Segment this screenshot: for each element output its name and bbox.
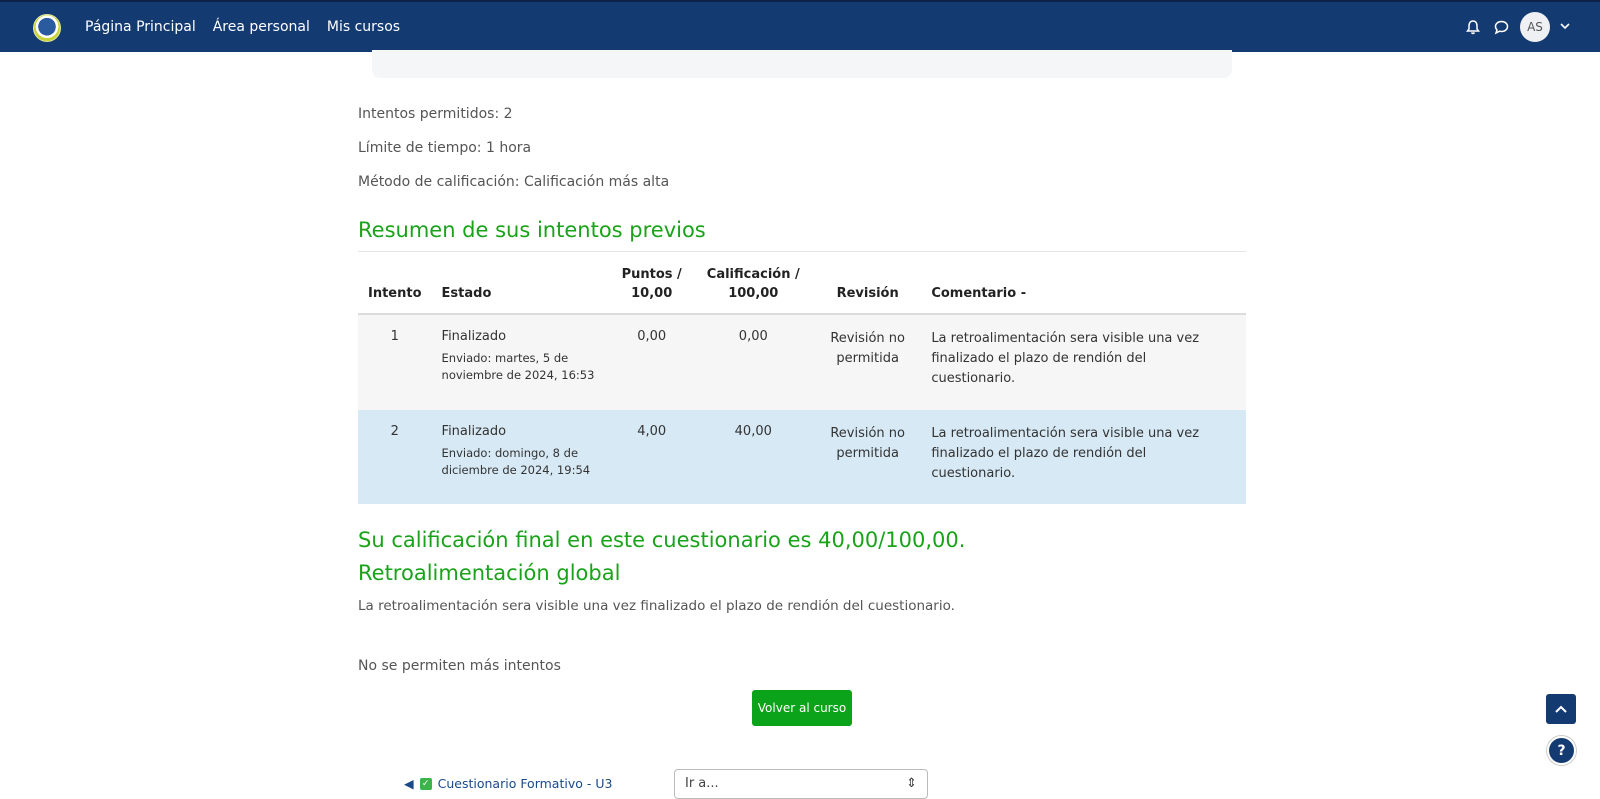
column-header-grade: Calificación / 100,00 (693, 262, 814, 314)
submitted-line1: Enviado: domingo, 8 de (441, 446, 579, 460)
attempt-points: 4,00 (637, 424, 667, 439)
nav-link-dashboard[interactable]: Área personal (213, 19, 310, 35)
submitted-line2: diciembre de 2024, 19:54 (441, 463, 591, 477)
bell-icon[interactable] (1464, 18, 1482, 36)
points-header-line1: Puntos / (621, 267, 682, 282)
user-menu-area: AS (1464, 2, 1570, 52)
comment-line1: La retroalimentación sera visible una ve… (931, 426, 1200, 441)
no-more-attempts-notice: No se permiten más intentos (358, 658, 561, 674)
divider (358, 251, 1246, 252)
chevron-up-icon (1555, 705, 1567, 713)
comment-line3: cuestionario. (931, 466, 1016, 481)
triangle-left-icon: ◀ (404, 776, 414, 791)
jump-to-label: Ir a... (685, 776, 719, 791)
checkbox-checked-icon: ✓ (419, 777, 432, 790)
final-grade-heading: Su calificación final en este cuestionar… (358, 528, 966, 552)
question-mark-icon: ? (1557, 742, 1566, 759)
primary-navigation: Página Principal Área personal Mis curso… (85, 2, 400, 52)
scroll-to-top-button[interactable] (1546, 694, 1576, 724)
chat-icon[interactable] (1492, 18, 1510, 36)
attempt-comment: La retroalimentación sera visible una ve… (921, 410, 1246, 504)
attempt-review: Revisión no permitida (814, 410, 921, 504)
comment-line2: finalizado el plazo de rendión del (931, 446, 1147, 461)
previous-activity-label: Cuestionario Formativo - U3 (437, 776, 613, 791)
state-label: Finalizado (441, 329, 507, 344)
chevron-down-icon[interactable] (1560, 22, 1570, 33)
review-line1: Revisión no (830, 331, 905, 346)
attempt-points: 0,00 (637, 329, 667, 344)
submitted-line2: noviembre de 2024, 16:53 (441, 368, 595, 382)
submitted-date: Enviado: domingo, 8 de diciembre de 2024,… (442, 445, 601, 479)
review-line2: permitida (836, 351, 899, 366)
attempt-number: 1 (390, 329, 399, 344)
previous-activity-link[interactable]: ◀ ✓ Cuestionario Formativo - U3 (404, 776, 612, 791)
help-button[interactable]: ? (1547, 736, 1576, 765)
comment-line3: cuestionario. (931, 371, 1016, 386)
summary-heading: Resumen de sus intentos previos (358, 218, 706, 242)
select-arrows-icon: ⇕ (906, 776, 917, 791)
comment-line2: finalizado el plazo de rendión del (931, 351, 1147, 366)
attempts-table: Intento Estado Puntos /10,00 Calificació… (358, 262, 1246, 504)
table-header-row: Intento Estado Puntos / 10,00 Calificació… (358, 262, 1246, 314)
nav-link-home[interactable]: Página Principal (85, 19, 196, 35)
column-header-points: Puntos / 10,00 (611, 262, 693, 314)
site-logo[interactable] (33, 14, 61, 42)
review-line1: Revisión no (830, 426, 905, 441)
attempt-review: Revisión no permitida (814, 314, 921, 410)
global-feedback-heading: Retroalimentación global (358, 561, 621, 585)
column-header-state: Estado (441, 286, 492, 301)
attempt-state: Finalizado Enviado: domingo, 8 de diciemb… (432, 410, 611, 504)
attempt-state: Finalizado Enviado: martes, 5 de noviembr… (432, 314, 611, 410)
column-header-review: Revisión (836, 286, 899, 301)
table-row: 1 Finalizado Enviado: martes, 5 de noviem… (358, 314, 1246, 410)
global-feedback-text: La retroalimentación sera visible una ve… (358, 598, 955, 614)
grade-header-line2: 100,00 (728, 286, 779, 301)
attempts-allowed: Intentos permitidos: 2 (358, 106, 513, 122)
time-limit: Límite de tiempo: 1 hora (358, 140, 532, 156)
grade-header-line1: Calificación / (706, 267, 800, 282)
attempt-grade: 0,00 (738, 329, 768, 344)
attempt-grade: 40,00 (734, 424, 772, 439)
attempt-number: 2 (390, 424, 399, 439)
points-header-line2: 10,00 (631, 286, 673, 301)
submitted-line1: Enviado: martes, 5 de (441, 351, 569, 365)
nav-link-my-courses[interactable]: Mis cursos (327, 19, 400, 35)
state-label: Finalizado (441, 424, 507, 439)
attempt-comment: La retroalimentación sera visible una ve… (921, 314, 1246, 410)
review-line2: permitida (836, 446, 899, 461)
grading-method: Método de calificación: Calificación más… (358, 174, 670, 190)
back-to-course-button[interactable]: Volver al curso (752, 690, 852, 726)
quiz-intro-panel (372, 50, 1232, 78)
jump-to-select[interactable]: Ir a... ⇕ (674, 769, 928, 799)
column-header-comment: Comentario - (931, 286, 1027, 301)
top-navbar: Página Principal Área personal Mis curso… (0, 0, 1600, 52)
user-avatar[interactable]: AS (1520, 12, 1550, 42)
column-header-attempt: Intento (368, 286, 422, 301)
table-row: 2 Finalizado Enviado: domingo, 8 de dicie… (358, 410, 1246, 504)
submitted-date: Enviado: martes, 5 de noviembre de 2024, … (442, 350, 601, 384)
comment-line1: La retroalimentación sera visible una ve… (931, 331, 1200, 346)
